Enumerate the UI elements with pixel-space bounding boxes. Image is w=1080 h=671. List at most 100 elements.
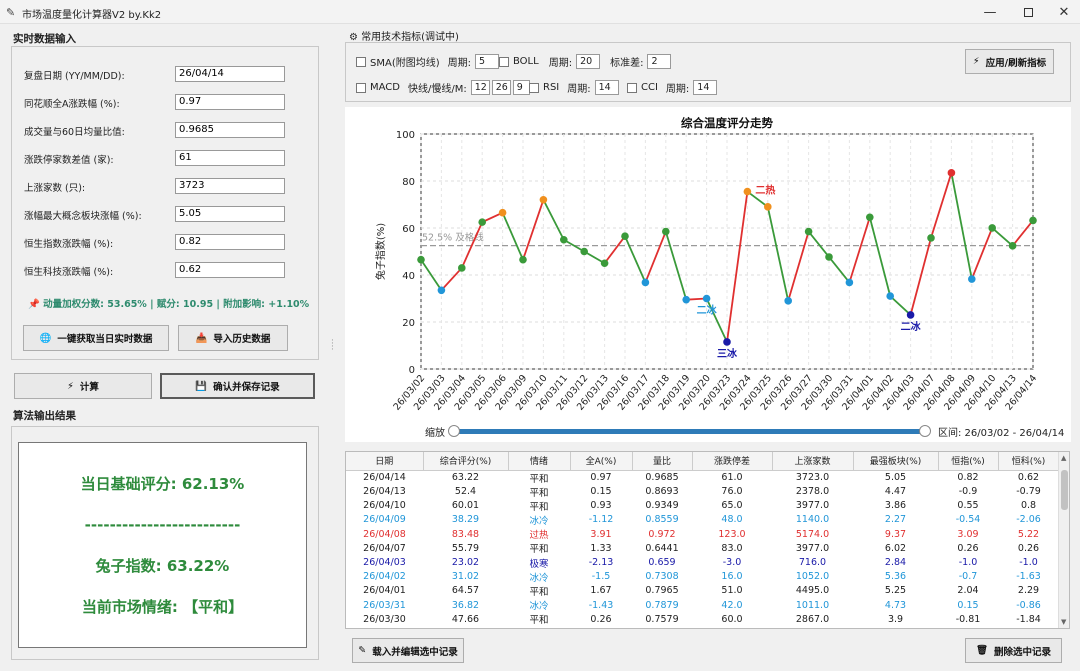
delete-record-button[interactable]: 🗑 删除选中记录	[965, 638, 1062, 663]
close-button[interactable]: ✕	[1046, 0, 1080, 24]
column-header[interactable]: 恒科(%)	[998, 452, 1060, 471]
table-cell: 76.0	[721, 486, 743, 498]
macd-checkbox[interactable]	[356, 82, 366, 93]
table-cell: 31.02	[451, 571, 480, 583]
macd-fast-input[interactable]: 12	[470, 80, 490, 95]
table-cell: 0.9685	[645, 472, 679, 483]
table-cell: 5.05	[884, 472, 907, 483]
pane-splitter[interactable]: · · · ·	[331, 337, 334, 355]
table-scrollbar[interactable]: ▲ ▼	[1058, 452, 1069, 628]
table-row[interactable]: 26/04/08 83.48 过热 3.91 0.972 123.0 5174.0 9.37 3…	[346, 527, 1059, 542]
table-row[interactable]: 26/04/07 55.79 平和 1.33 0.6441 83.0 3977.0 6.02 0…	[346, 541, 1059, 556]
column-header[interactable]: 日期	[346, 452, 424, 471]
macd-m-input[interactable]: 9	[512, 80, 530, 95]
data-point	[968, 275, 976, 283]
macd-label: MACD	[370, 82, 400, 93]
column-header[interactable]: 涨跌停差	[692, 452, 773, 471]
column-header[interactable]: 恒指(%)	[938, 452, 999, 471]
save-record-button[interactable]: 💾 确认并保存记录	[160, 373, 315, 399]
fetch-realtime-button[interactable]: 🌐 一键获取当日实时数据	[23, 325, 169, 351]
table-cell: 0.8	[1020, 500, 1037, 512]
sma-checkbox[interactable]	[356, 56, 366, 67]
table-row[interactable]: 26/03/31 36.82 冰冷 -1.43 0.7879 42.0 1011.0 4.73…	[346, 598, 1059, 613]
table-cell: 5.36	[884, 571, 907, 583]
cci-period-label: 周期:	[665, 84, 690, 95]
table-cell: 6.02	[884, 542, 907, 554]
table-cell: 55.79	[451, 542, 480, 554]
table-cell: 0.9349	[645, 500, 679, 512]
table-row[interactable]: 26/04/14 63.22 平和 0.97 0.9685 61.0 3723.0 5.05 0…	[346, 470, 1059, 485]
rsi-period-input[interactable]: 14	[594, 80, 619, 95]
table-cell: 0.8693	[645, 486, 679, 498]
table-row[interactable]: 26/04/10 60.01 平和 0.93 0.9349 65.0 3977.0 3.86 0…	[346, 499, 1059, 513]
zoom-slider-track[interactable]	[455, 429, 925, 434]
rsi-checkbox[interactable]	[529, 82, 539, 93]
table-cell: 0.62	[1017, 472, 1040, 483]
table-cell: 26/04/01	[363, 585, 406, 597]
boll-std-input[interactable]: 2	[647, 54, 672, 69]
scroll-down-icon[interactable]: ▼	[1061, 618, 1066, 626]
import-history-button[interactable]: 📥 导入历史数据	[178, 325, 288, 351]
column-header[interactable]: 情绪	[508, 452, 571, 471]
column-header[interactable]: 上涨家数	[772, 452, 854, 471]
table-row[interactable]: 26/03/30 47.66 平和 0.26 0.7579 60.0 2867.0 3.9 -0…	[346, 612, 1059, 627]
records-table: 日期 综合评分(%) 情绪 全A(%) 量比 涨跌停差 上涨家数 最强板块(%) 恒指(%) 恒科…	[345, 451, 1070, 629]
fetch-realtime-label: 一键获取当日实时数据	[57, 334, 153, 345]
maximize-button[interactable]	[1010, 0, 1046, 24]
calculate-button[interactable]: ⚡ 计算	[14, 373, 152, 399]
column-header[interactable]: 最强板块(%)	[853, 452, 939, 471]
table-cell: 0.6441	[645, 542, 679, 554]
field-input-3[interactable]: 61	[175, 150, 285, 166]
table-cell: 61.0	[721, 472, 743, 483]
title-bar: ✎ 市场温度量化计算器V2 by.Kk2 — ✕	[0, 0, 1080, 24]
column-header[interactable]: 综合评分(%)	[423, 452, 509, 471]
table-cell: 9.37	[884, 528, 907, 540]
boll-checkbox[interactable]	[499, 56, 509, 67]
data-point	[417, 255, 425, 264]
field-input-2[interactable]: 0.9685	[175, 122, 285, 138]
table-cell: -0.81	[955, 613, 981, 625]
sma-period-input[interactable]: 5	[475, 54, 499, 69]
macd-slow-input[interactable]: 26	[491, 80, 511, 95]
boll-period-input[interactable]: 20	[576, 54, 601, 69]
table-cell: 0.8559	[645, 514, 679, 526]
data-point	[866, 213, 874, 222]
table-row[interactable]: 26/04/02 31.02 冰冷 -1.5 0.7308 16.0 1052.0 5.36 -…	[346, 570, 1059, 584]
scroll-up-icon[interactable]: ▲	[1061, 454, 1066, 462]
data-point	[1029, 216, 1037, 225]
feather-icon: ✎	[6, 6, 16, 19]
save-icon: 💾	[195, 380, 208, 392]
zoom-slider-start-handle[interactable]	[448, 425, 460, 437]
table-row[interactable]: 26/04/01 64.57 平和 1.67 0.7965 51.0 4495.0 5.25 2…	[346, 584, 1059, 598]
import-history-label: 导入历史数据	[213, 334, 271, 345]
table-cell: 2.29	[1017, 585, 1040, 597]
apply-indicators-button[interactable]: ⚡ 应用/刷新指标	[965, 49, 1054, 74]
score-status: 📌 动量加权分数: 53.65% | 赋分: 10.95 | 附加影响: +1.…	[28, 296, 309, 310]
field-input-6[interactable]: 0.82	[175, 234, 285, 250]
calculate-label: 计算	[79, 382, 99, 393]
load-edit-button[interactable]: ✎ 载入并编辑选中记录	[352, 638, 464, 663]
macd-row: MACD 快线/慢线/M: 12 26 9	[356, 80, 530, 95]
table-cell: 冰冷	[529, 515, 549, 527]
minimize-button[interactable]: —	[972, 0, 1008, 24]
field-input-7[interactable]: 0.62	[175, 262, 285, 278]
column-header[interactable]: 量比	[632, 452, 693, 471]
table-row[interactable]: 26/04/03 23.02 极寒 -2.13 0.659 -3.0 716.0 2.84 -1…	[346, 555, 1059, 570]
zoom-slider-end-handle[interactable]	[919, 425, 931, 437]
cci-period-input[interactable]: 14	[693, 80, 718, 95]
table-cell: 平和	[529, 487, 549, 499]
field-input-5[interactable]: 5.05	[175, 206, 285, 222]
table-row[interactable]: 26/04/09 38.29 冰冷 -1.12 0.8559 48.0 1140.0 2.27…	[346, 513, 1059, 527]
field-input-0[interactable]: 26/04/14	[175, 66, 285, 82]
field-input-4[interactable]: 3723	[175, 178, 285, 194]
sma-label: SMA(附图均线)	[370, 58, 440, 69]
table-row[interactable]: 26/04/13 52.4 平和 0.15 0.8693 76.0 2378.0 4.47 -0…	[346, 485, 1059, 499]
field-input-1[interactable]: 0.97	[175, 94, 285, 110]
close-icon: ✕	[1058, 4, 1070, 20]
scroll-thumb[interactable]	[1061, 470, 1068, 510]
cci-checkbox[interactable]	[627, 82, 637, 93]
field-label-6: 恒生指数涨跌幅 (%):	[24, 239, 114, 250]
field-label-0: 复盘日期 (YY/MM/DD):	[24, 71, 125, 82]
column-header[interactable]: 全A(%)	[570, 452, 633, 471]
table-cell: -0.79	[1016, 486, 1041, 498]
